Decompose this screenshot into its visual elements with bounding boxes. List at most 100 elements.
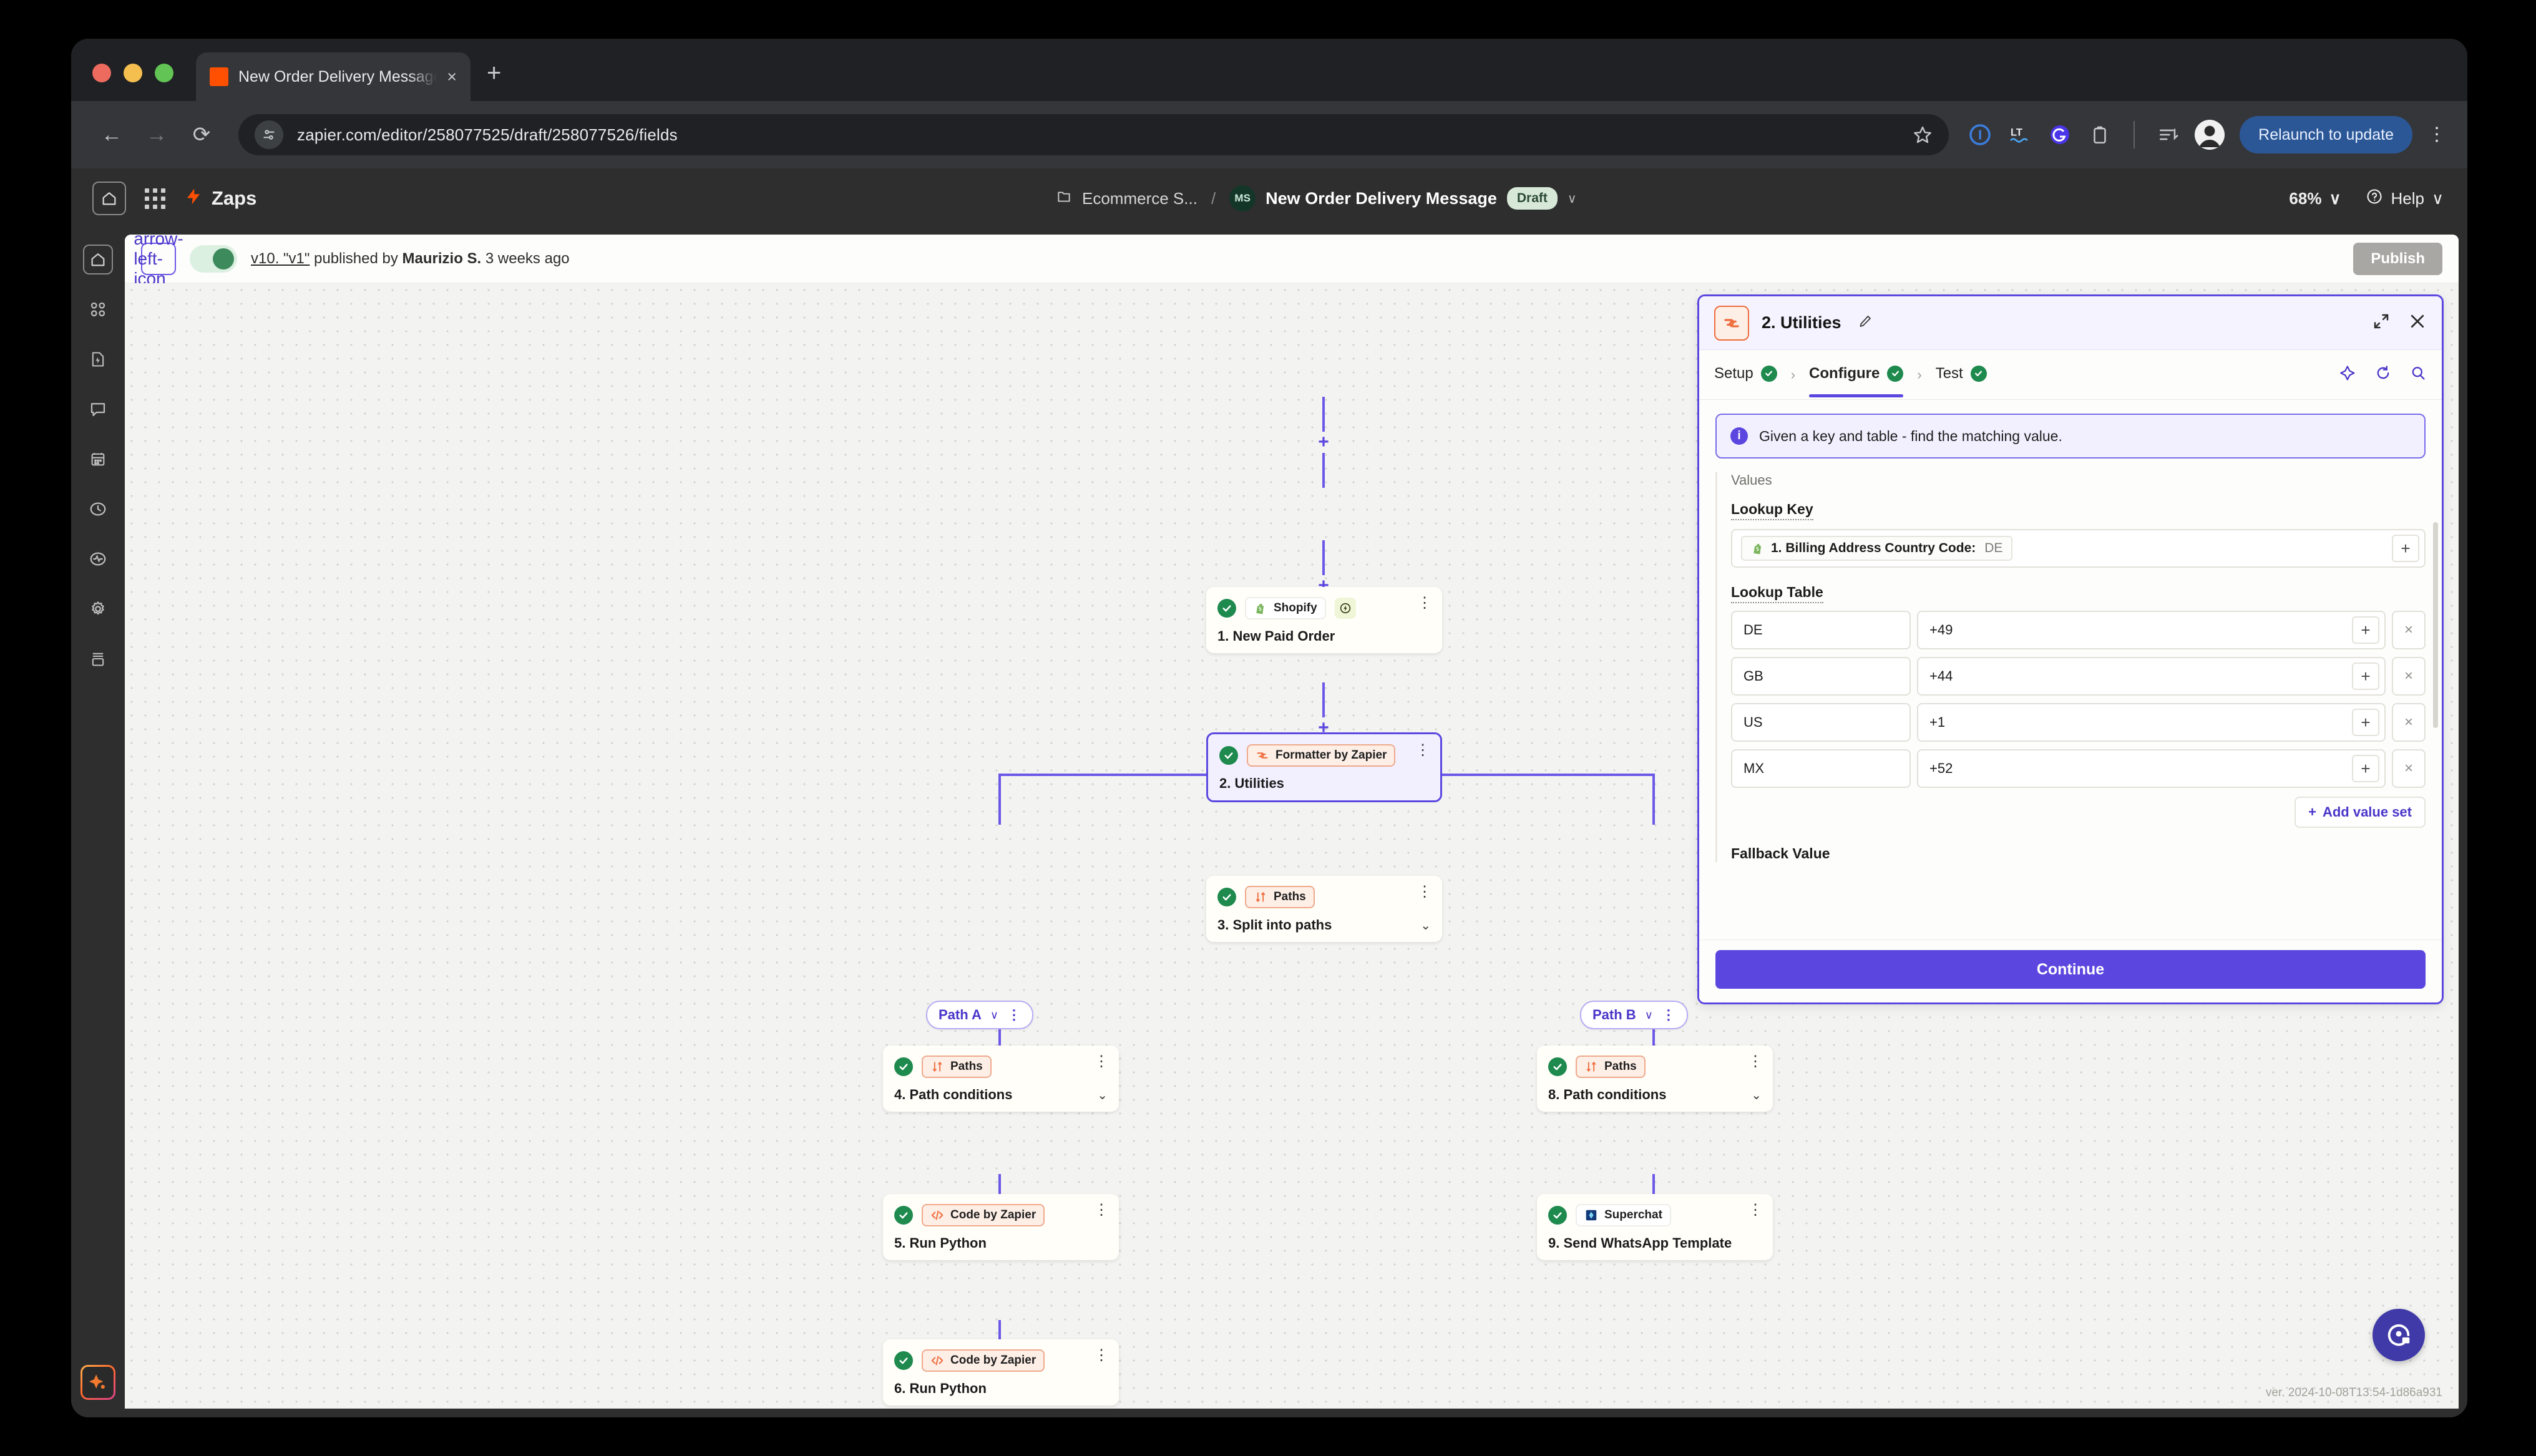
node-menu-icon[interactable]: ⋮: [1417, 885, 1432, 900]
insert-data-button[interactable]: +: [2352, 616, 2379, 644]
expand-icon[interactable]: [2372, 312, 2391, 334]
refresh-icon[interactable]: [2374, 364, 2392, 385]
lookup-value-cell[interactable]: +1 +: [1917, 703, 2386, 742]
remove-row-button[interactable]: ×: [2392, 749, 2426, 788]
lookup-value-cell[interactable]: +52 +: [1917, 749, 2386, 788]
back-to-zaps-button[interactable]: arrow-left-icon: [134, 235, 183, 288]
sidebar-item-analytics[interactable]: [83, 544, 113, 574]
close-icon[interactable]: [2408, 312, 2427, 334]
zap-enabled-toggle[interactable]: [190, 245, 237, 273]
publish-button[interactable]: Publish: [2353, 242, 2442, 275]
node-menu-icon[interactable]: ⋮: [1748, 1203, 1763, 1218]
add-step-button[interactable]: +: [1313, 432, 1334, 453]
maximize-window-button[interactable]: [155, 64, 173, 82]
help-button[interactable]: Help ∨: [2366, 188, 2444, 210]
site-settings-icon[interactable]: [255, 120, 283, 149]
remove-row-button[interactable]: ×: [2392, 703, 2426, 742]
workflow-canvas[interactable]: + + + + +: [125, 283, 2459, 1409]
workflow-node-6[interactable]: Code by Zapier ⋮ 6. Run Python: [883, 1339, 1119, 1405]
sidebar-item-tables[interactable]: [83, 444, 113, 474]
workflow-node-1[interactable]: Shopify ⋮ 1. New Paid Order: [1206, 587, 1442, 653]
apps-grid-icon[interactable]: [145, 188, 165, 209]
profile-avatar[interactable]: [2195, 120, 2225, 150]
bookmark-button[interactable]: [1913, 125, 1933, 145]
tab-configure[interactable]: Configure: [1809, 365, 1904, 397]
forward-button[interactable]: →: [137, 115, 176, 154]
lookup-key-cell[interactable]: MX: [1731, 749, 1911, 788]
support-fab-button[interactable]: [2373, 1309, 2425, 1361]
workflow-node-3[interactable]: Paths ⋮ 3. Split into paths ⌄: [1206, 876, 1442, 942]
address-bar[interactable]: zapier.com/editor/258077525/draft/258077…: [238, 114, 1949, 155]
browser-tab[interactable]: New Order Delivery Message ×: [196, 52, 471, 101]
path-menu-icon[interactable]: ⋮: [1662, 1008, 1675, 1022]
insert-data-button[interactable]: +: [2352, 662, 2379, 690]
ai-assistant-button[interactable]: [80, 1365, 115, 1400]
sidebar-item-apps[interactable]: [83, 294, 113, 324]
node-menu-icon[interactable]: ⋮: [1094, 1348, 1109, 1363]
lookup-key-cell[interactable]: GB: [1731, 657, 1911, 696]
search-icon[interactable]: [2409, 364, 2427, 385]
tab-setup[interactable]: Setup: [1714, 365, 1777, 385]
workflow-node-5[interactable]: Code by Zapier ⋮ 5. Run Python: [883, 1194, 1119, 1260]
new-tab-button[interactable]: +: [487, 59, 501, 101]
reload-button[interactable]: ⟳: [182, 115, 221, 154]
node-menu-icon[interactable]: ⋮: [1094, 1054, 1109, 1069]
sidebar-item-settings[interactable]: [83, 594, 113, 624]
version-link[interactable]: v10. "v1": [251, 250, 310, 267]
close-window-button[interactable]: [92, 64, 111, 82]
panel-body[interactable]: i Given a key and table - find the match…: [1699, 400, 2442, 939]
path-a-pill[interactable]: Path A ∨ ⋮: [926, 1001, 1034, 1029]
clipboard-icon[interactable]: [2086, 121, 2114, 148]
insert-data-button[interactable]: +: [2352, 709, 2379, 736]
reading-list-icon[interactable]: [2155, 121, 2182, 148]
chevron-down-icon[interactable]: ∨: [1645, 1009, 1653, 1022]
workflow-node-9[interactable]: Superchat ⋮ 9. Send WhatsApp Template: [1537, 1194, 1773, 1260]
expand-node-icon[interactable]: ⌄: [1751, 1087, 1762, 1103]
tab-test[interactable]: Test: [1936, 365, 1987, 385]
workflow-node-4[interactable]: Paths ⋮ 4. Path conditions ⌄: [883, 1046, 1119, 1112]
node-menu-icon[interactable]: ⋮: [1094, 1203, 1109, 1218]
lookup-key-cell[interactable]: US: [1731, 703, 1911, 742]
sidebar-item-chatbots[interactable]: [83, 394, 113, 424]
sidebar-item-storage[interactable]: [83, 644, 113, 674]
field-token[interactable]: 1. Billing Address Country Code: DE: [1741, 536, 2013, 561]
remove-row-button[interactable]: ×: [2392, 611, 2426, 649]
zaps-brand[interactable]: Zaps: [184, 186, 256, 211]
workflow-node-2[interactable]: Formatter by Zapier ⋮ 2. Utilities: [1206, 732, 1442, 802]
chevron-down-icon[interactable]: ∨: [1568, 191, 1577, 206]
breadcrumb-folder[interactable]: Ecommerce S...: [1082, 189, 1197, 208]
node-menu-icon[interactable]: ⋮: [1417, 596, 1432, 611]
path-menu-icon[interactable]: ⋮: [1007, 1008, 1021, 1022]
remove-row-button[interactable]: ×: [2392, 657, 2426, 696]
languagetool-icon[interactable]: LT: [2006, 121, 2034, 148]
lookup-key-input[interactable]: 1. Billing Address Country Code: DE +: [1731, 529, 2426, 568]
relaunch-to-update-button[interactable]: Relaunch to update: [2240, 116, 2412, 153]
lookup-value-cell[interactable]: +44 +: [1917, 657, 2386, 696]
workflow-node-8[interactable]: Paths ⋮ 8. Path conditions ⌄: [1537, 1046, 1773, 1112]
back-button[interactable]: ←: [92, 115, 131, 154]
sidebar-item-home[interactable]: [83, 245, 113, 274]
expand-node-icon[interactable]: ⌄: [1097, 1087, 1108, 1103]
insert-data-button[interactable]: +: [2352, 755, 2379, 782]
node-menu-icon[interactable]: ⋮: [1415, 743, 1430, 758]
sidebar-item-history[interactable]: [83, 494, 113, 524]
sidebar-item-zaps[interactable]: [83, 344, 113, 374]
add-value-set-button[interactable]: + Add value set: [2295, 797, 2426, 828]
expand-node-icon[interactable]: ⌄: [1420, 918, 1431, 933]
browser-menu-button[interactable]: ⋮: [2427, 125, 2446, 144]
1password-icon[interactable]: [1966, 121, 1994, 148]
lookup-key-cell[interactable]: DE: [1731, 611, 1911, 649]
close-tab-icon[interactable]: ×: [447, 68, 457, 85]
insert-data-button[interactable]: +: [2392, 535, 2419, 562]
panel-scrollbar[interactable]: [2433, 522, 2438, 728]
chevron-down-icon[interactable]: ∨: [990, 1009, 998, 1022]
grammarly-icon[interactable]: [2046, 121, 2074, 148]
pencil-icon[interactable]: [1858, 314, 1873, 332]
lookup-value-cell[interactable]: +49 +: [1917, 611, 2386, 649]
home-icon[interactable]: [92, 182, 126, 215]
continue-button[interactable]: Continue: [1715, 950, 2426, 989]
node-menu-icon[interactable]: ⋮: [1748, 1054, 1763, 1069]
ai-sparkle-icon[interactable]: [2339, 364, 2357, 385]
zoom-level-control[interactable]: 68% ∨: [2289, 189, 2341, 208]
minimize-window-button[interactable]: [124, 64, 142, 82]
